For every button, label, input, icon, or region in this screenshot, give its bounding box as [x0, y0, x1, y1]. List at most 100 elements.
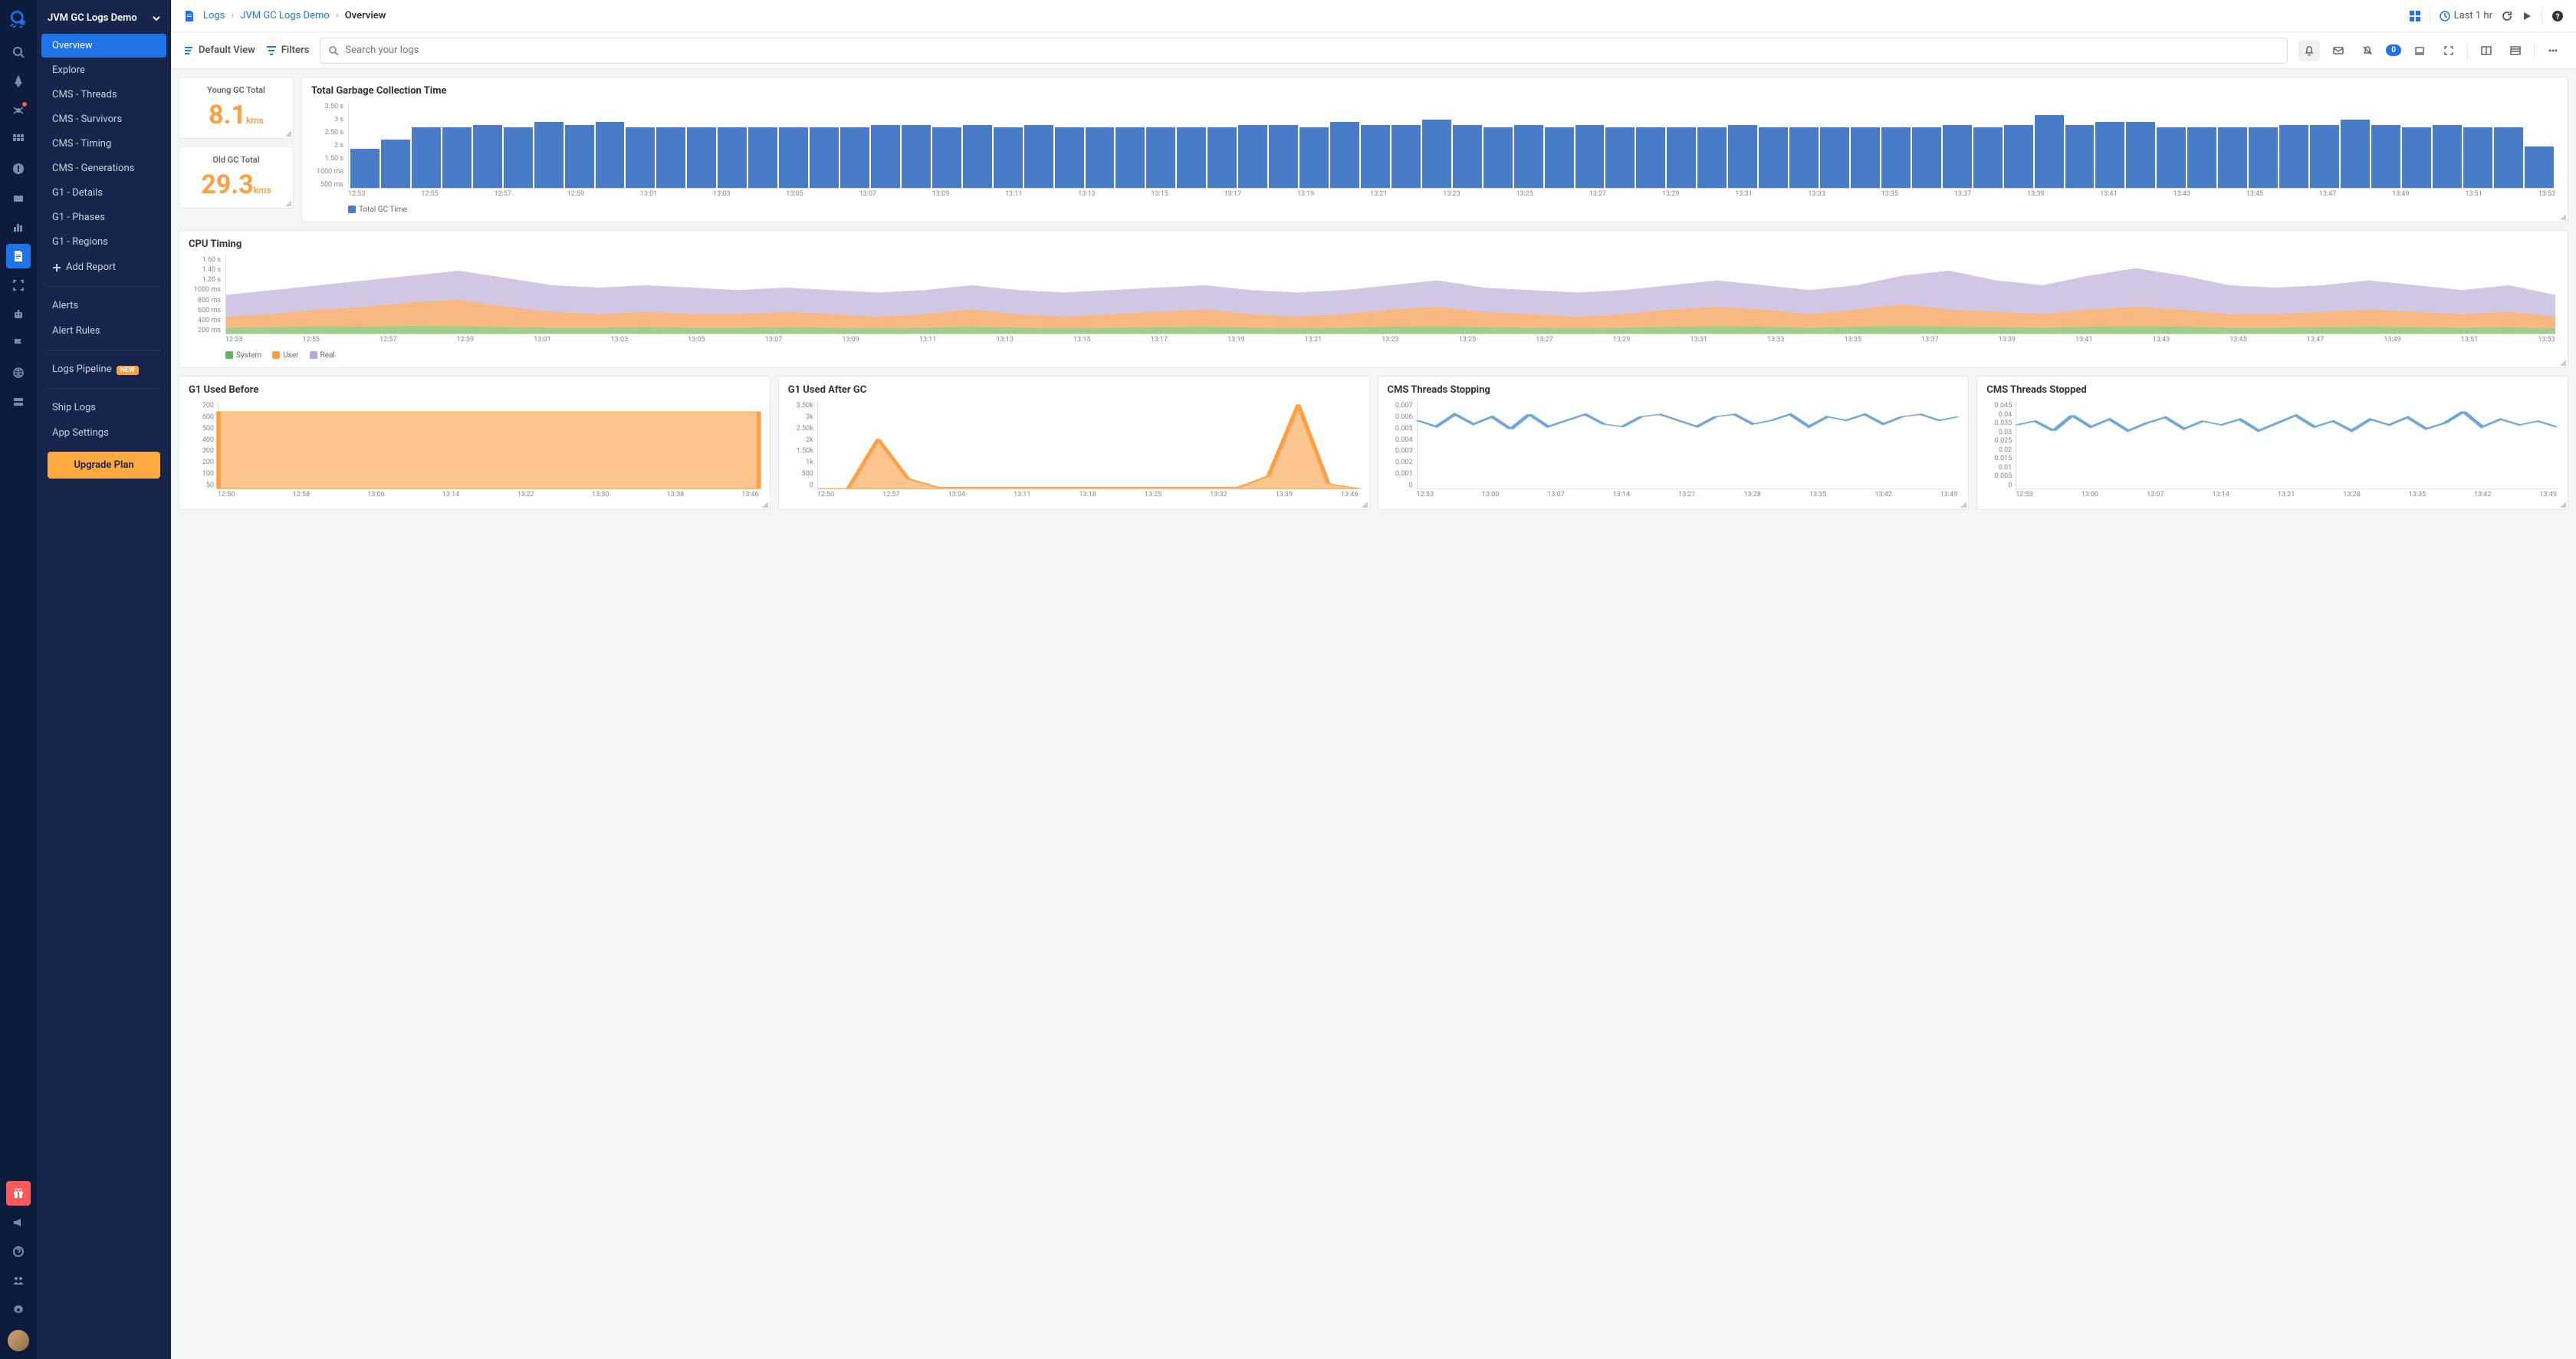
bar [350, 149, 380, 188]
bar [779, 127, 808, 188]
bar [1055, 127, 1084, 188]
layout-split-icon[interactable] [2476, 40, 2497, 61]
megaphone-icon[interactable] [6, 1210, 31, 1235]
resize-handle[interactable] [2560, 360, 2566, 366]
inbox-icon[interactable] [6, 186, 31, 210]
bar [596, 122, 625, 188]
sidebar-item-cms-timing[interactable]: CMS - Timing [41, 132, 166, 156]
sidebar-item-cms-threads[interactable]: CMS - Threads [41, 83, 166, 107]
bar [810, 127, 839, 188]
bar [1514, 125, 1543, 188]
laptop-icon[interactable] [2409, 40, 2430, 61]
sidebar-alert-rules[interactable]: Alert Rules [41, 319, 166, 343]
play-button[interactable] [2522, 11, 2532, 21]
resize-handle[interactable] [1960, 502, 1967, 508]
bar [2310, 125, 2339, 188]
resize-handle[interactable] [1362, 502, 1368, 508]
bar [1881, 127, 1911, 188]
sidebar-item-g1-phases[interactable]: G1 - Phases [41, 206, 166, 229]
help-icon[interactable] [6, 1239, 31, 1264]
bar [656, 127, 685, 188]
gift-icon[interactable] [6, 1181, 31, 1206]
disable-alerts-icon[interactable] [2357, 40, 2378, 61]
bar [2433, 125, 2462, 188]
filters-button[interactable]: Filters [266, 44, 310, 56]
bar [1605, 127, 1635, 188]
add-report-button[interactable]: Add Report [41, 255, 166, 279]
bar [2187, 127, 2216, 188]
bar [1912, 127, 1941, 188]
cms_stopping-chart: CMS Threads Stopping0.0070.0060.0050.004… [1378, 376, 1970, 510]
resize-handle[interactable] [285, 130, 291, 137]
crumb-app[interactable]: JVM GC Logs Demo [240, 10, 329, 21]
upgrade-plan-button[interactable]: Upgrade Plan [48, 452, 160, 479]
resize-handle[interactable] [762, 502, 768, 508]
sidebar: JVM GC Logs Demo OverviewExploreCMS - Th… [37, 0, 171, 1359]
sidebar-item-overview[interactable]: Overview [41, 34, 166, 58]
bar [2249, 127, 2278, 188]
resize-handle[interactable] [2560, 214, 2566, 220]
spider-icon[interactable] [6, 98, 31, 123]
bar [2525, 146, 2554, 188]
bar [2341, 120, 2370, 188]
bar [1086, 127, 1115, 188]
toolbar: Default View Filters 0 [171, 32, 2576, 69]
resize-handle[interactable] [2560, 502, 2566, 508]
robot-icon[interactable] [6, 302, 31, 327]
search-input[interactable] [320, 38, 2288, 64]
bar [1943, 125, 1972, 188]
resize-handle[interactable] [285, 200, 291, 206]
crumb-logs[interactable]: Logs [203, 10, 225, 21]
bar [2035, 115, 2064, 188]
sidebar-item-explore[interactable]: Explore [41, 58, 166, 82]
bar [2218, 127, 2247, 188]
flag-icon[interactable] [6, 331, 31, 356]
gear-icon[interactable] [6, 1298, 31, 1322]
bar [1789, 127, 1819, 188]
bar [994, 127, 1023, 188]
topbar: Logs › JVM GC Logs Demo › Overview Last … [171, 0, 2576, 32]
sidebar-app-settings[interactable]: App Settings [41, 421, 166, 445]
globe-icon[interactable] [6, 360, 31, 385]
sidebar-item-g1-details[interactable]: G1 - Details [41, 181, 166, 205]
search-icon[interactable] [6, 40, 31, 64]
bar [1177, 127, 1206, 188]
bar [2095, 122, 2124, 188]
clock-icon [2440, 11, 2450, 21]
team-icon[interactable] [6, 1269, 31, 1293]
user-avatar[interactable] [8, 1330, 29, 1351]
bar [2463, 127, 2492, 188]
refresh-button[interactable] [2502, 11, 2512, 21]
dashboard-grid-icon[interactable] [2410, 11, 2420, 21]
layout-list-icon[interactable] [2505, 40, 2526, 61]
bar [1851, 127, 1880, 188]
sidebar-logs-pipeline[interactable]: Logs PipelineNEW [41, 357, 166, 381]
rocket-icon[interactable] [6, 69, 31, 94]
plus-icon [52, 263, 61, 272]
sidebar-item-cms-survivors[interactable]: CMS - Survivors [41, 107, 166, 131]
sidebar-item-cms-generations[interactable]: CMS - Generations [41, 156, 166, 180]
scan-icon[interactable] [6, 273, 31, 298]
bar [1330, 122, 1359, 188]
default-view-button[interactable]: Default View [183, 44, 255, 56]
bar [1146, 127, 1175, 188]
crumb-current: Overview [345, 10, 386, 21]
fullscreen-icon[interactable] [2438, 40, 2459, 61]
bell-icon[interactable] [2298, 40, 2320, 61]
timerange-picker[interactable]: Last 1 hr [2440, 10, 2492, 21]
document-icon[interactable] [6, 244, 31, 268]
server-icon[interactable] [6, 390, 31, 414]
mail-icon[interactable] [2328, 40, 2349, 61]
more-icon[interactable] [2542, 40, 2564, 61]
bar [1361, 125, 1390, 188]
bar [687, 127, 716, 188]
chart-bar-icon[interactable] [6, 215, 31, 239]
sidebar-alerts[interactable]: Alerts [41, 294, 166, 318]
grid-icon[interactable] [6, 127, 31, 152]
help-circle-icon[interactable]: ? [2551, 10, 2564, 22]
sidebar-item-g1-regions[interactable]: G1 - Regions [41, 230, 166, 254]
sidebar-ship-logs[interactable]: Ship Logs [41, 396, 166, 420]
app-selector[interactable]: JVM GC Logs Demo [37, 6, 171, 33]
alert-circle-icon[interactable] [6, 156, 31, 181]
logo-icon[interactable] [8, 8, 29, 29]
